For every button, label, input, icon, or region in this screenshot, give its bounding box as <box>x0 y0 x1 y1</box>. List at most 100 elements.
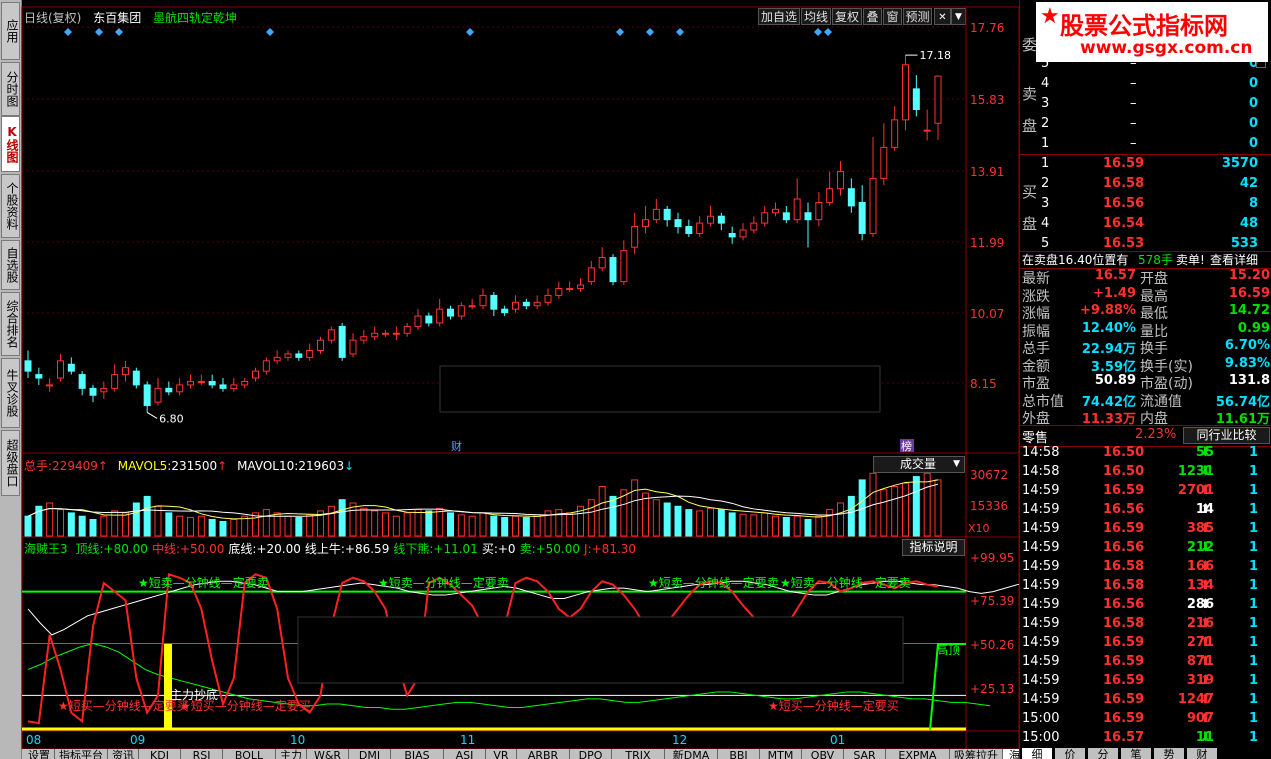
indicator-tab[interactable]: KDJ <box>139 749 181 759</box>
volume-bar <box>837 502 844 537</box>
buy-level: 4 <box>1041 216 1050 231</box>
quote-value: 50.89 <box>1094 373 1136 388</box>
indicator-tab[interactable]: VR <box>486 749 517 759</box>
indicator-tab[interactable]: 主力 <box>276 749 307 759</box>
indicator-tab[interactable]: RSI <box>181 749 223 759</box>
buy-level: 2 <box>1041 176 1050 191</box>
candle-body <box>468 305 476 308</box>
candle-body <box>295 353 303 358</box>
quote-value: 56.74亿 <box>1215 394 1270 410</box>
event-diamond-icon <box>95 28 103 36</box>
right-panel-tab[interactable]: 价 <box>1055 748 1085 759</box>
indicator-tab[interactable]: DPO <box>570 749 612 759</box>
indicator-item-value: +80.00 <box>103 542 148 556</box>
tick-price: 16.56 <box>1103 540 1145 555</box>
volume-bar <box>89 519 97 537</box>
tick-count: 1 <box>1248 730 1258 745</box>
candle-body <box>230 384 238 389</box>
candle-body <box>252 370 259 379</box>
tick-count: 1 <box>1248 464 1258 479</box>
total-volume-value: 229409 <box>52 459 98 473</box>
volume-bar <box>230 519 238 537</box>
indicator-item-value: +11.01 <box>433 542 478 556</box>
indicator-tab[interactable]: BBI <box>718 749 760 759</box>
indicator-item: 卖:+50.00 <box>520 542 580 556</box>
candle-body <box>566 288 574 291</box>
tick-price: 16.59 <box>1103 673 1145 688</box>
up-arrow-icon: ⬆ <box>1200 692 1211 707</box>
indicator-item-value: +81.30 <box>591 542 637 556</box>
candle-body <box>100 387 108 393</box>
indicator-tab[interactable]: 新DMA <box>665 749 718 759</box>
candle-body <box>685 226 693 234</box>
right-panel-tab[interactable]: 细 <box>1022 748 1052 759</box>
indicator-tab[interactable]: TRIX <box>612 749 665 759</box>
right-panel-tab[interactable]: 势 <box>1154 748 1184 759</box>
up-arrow-icon: ⬆ <box>1200 578 1211 593</box>
indicator-tab[interactable]: 指标平台 <box>55 749 108 759</box>
indicator-item-value: +0 <box>497 542 516 556</box>
volume-bar <box>891 486 899 537</box>
indicator-item-value: +50.00 <box>535 542 581 556</box>
volume-bar <box>761 512 769 537</box>
candle-body <box>544 294 552 303</box>
indicator-tab[interactable]: BIAS <box>391 749 444 759</box>
indicator-name: 海贼王3 <box>24 542 68 556</box>
up-arrow-icon: ↑ <box>217 459 228 473</box>
indicator-tab[interactable]: BOLL <box>223 749 276 759</box>
tick-time: 14:58 <box>1022 445 1060 460</box>
tick-time: 14:59 <box>1022 502 1060 517</box>
candle-body <box>382 332 389 335</box>
candle-body <box>57 360 64 379</box>
indicator-item-label: 底线: <box>228 542 257 556</box>
indicator-tab[interactable]: 资讯 <box>108 749 139 759</box>
tick-time: 14:59 <box>1022 483 1060 498</box>
up-arrow-icon: ↑ <box>97 459 108 473</box>
indicator-tab[interactable]: ASI <box>444 749 486 759</box>
indicator-tab[interactable]: 吸筹拉升 <box>950 749 1003 759</box>
candle-body <box>89 387 97 396</box>
right-panel-tab[interactable]: 笔 <box>1121 748 1151 759</box>
volume-bar <box>208 519 216 537</box>
indicator-tab[interactable]: 海贼王3 <box>1003 749 1019 759</box>
event-marker-cai: 财 <box>451 439 462 453</box>
candle-body <box>620 250 628 283</box>
volume-bar <box>382 512 389 537</box>
candle-body <box>457 305 465 317</box>
buy-volume: 48 <box>1239 216 1258 231</box>
volume-bar <box>132 502 140 537</box>
tick-price: 16.58 <box>1103 578 1145 593</box>
sell-level: 3 <box>1041 96 1050 111</box>
volume-bar <box>100 515 108 537</box>
tick-time: 14:58 <box>1022 464 1060 479</box>
indicator-tab[interactable]: EXPMA <box>886 749 950 759</box>
tick-time: 14:59 <box>1022 673 1060 688</box>
view-detail-link[interactable]: 查看详细 <box>1210 251 1258 268</box>
price-axis-label: 13.91 <box>970 165 1005 179</box>
candle-body <box>750 222 758 231</box>
indicator-tab[interactable]: DMI <box>349 749 391 759</box>
volume-bar <box>414 509 422 537</box>
volume-bar <box>631 479 639 537</box>
compare-industry-button[interactable]: 同行业比较 <box>1183 427 1270 444</box>
buy-volume: 533 <box>1230 236 1258 251</box>
volume-selector[interactable]: 成交量 ▼ <box>873 456 965 473</box>
right-panel-tab[interactable]: 分 <box>1088 748 1118 759</box>
volume-bar <box>338 499 346 537</box>
right-panel-tab[interactable]: 财 <box>1187 748 1217 759</box>
tick-count: 1 <box>1248 483 1258 498</box>
indicator-tab[interactable]: OBV <box>802 749 844 759</box>
candle-body <box>262 360 270 372</box>
candle-body <box>479 294 487 307</box>
tick-time: 14:59 <box>1022 616 1060 631</box>
quote-value: 3.59亿 <box>1090 359 1136 375</box>
indicator-tab[interactable]: ARBR <box>517 749 570 759</box>
indicator-tab[interactable]: W&R <box>307 749 349 759</box>
quote-value: 0.99 <box>1237 320 1270 336</box>
tick-count: 1 <box>1248 559 1258 574</box>
price-chart[interactable]: 17.18 6.80 财 榜 <box>0 0 1019 749</box>
indicator-tab[interactable]: MTM <box>760 749 802 759</box>
indicator-help-button[interactable]: 指标说明 <box>902 539 965 556</box>
indicator-tab[interactable]: SAR <box>844 749 886 759</box>
indicator-tab[interactable]: 设置 <box>24 749 55 759</box>
